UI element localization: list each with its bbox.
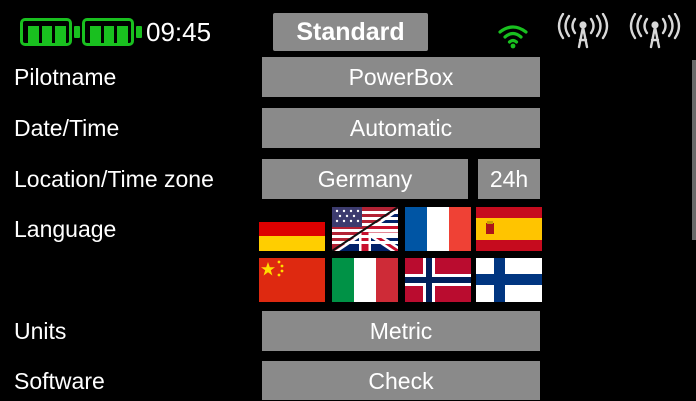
wifi-icon: [498, 25, 528, 49]
software-button[interactable]: Check: [262, 361, 540, 400]
flag-spain-icon[interactable]: [476, 207, 542, 251]
mode-button[interactable]: Standard: [273, 13, 428, 51]
antenna-icon: [557, 13, 609, 49]
antenna-icon: [629, 13, 681, 49]
units-label: Units: [14, 318, 67, 344]
flag-france-icon[interactable]: [405, 207, 471, 251]
status-bar: 09:45 Standard: [0, 0, 696, 58]
flag-germany-icon[interactable]: [259, 207, 325, 251]
flag-china-icon[interactable]: [259, 258, 325, 302]
units-button[interactable]: Metric: [262, 311, 540, 351]
battery-icon: [20, 18, 80, 46]
datetime-label: Date/Time: [14, 115, 120, 141]
language-label: Language: [14, 216, 117, 242]
flag-norway-icon[interactable]: [405, 258, 471, 302]
location-label: Location/Time zone: [14, 166, 214, 192]
pilotname-button[interactable]: PowerBox: [262, 57, 540, 97]
battery-icon: [82, 18, 142, 46]
pilotname-label: Pilotname: [14, 64, 117, 90]
clock-time: 09:45: [146, 17, 212, 47]
location-button[interactable]: Germany: [262, 159, 468, 199]
scrollbar[interactable]: [692, 60, 696, 240]
datetime-button[interactable]: Automatic: [262, 108, 540, 148]
time-format-button[interactable]: 24h: [478, 159, 540, 199]
flag-italy-icon[interactable]: [332, 258, 398, 302]
software-label: Software: [14, 368, 105, 394]
flag-english-icon[interactable]: [332, 207, 398, 251]
settings-screen: 09:45 Standard Pilotname PowerBox Date/T…: [0, 0, 696, 400]
flag-finland-icon[interactable]: [476, 258, 542, 302]
